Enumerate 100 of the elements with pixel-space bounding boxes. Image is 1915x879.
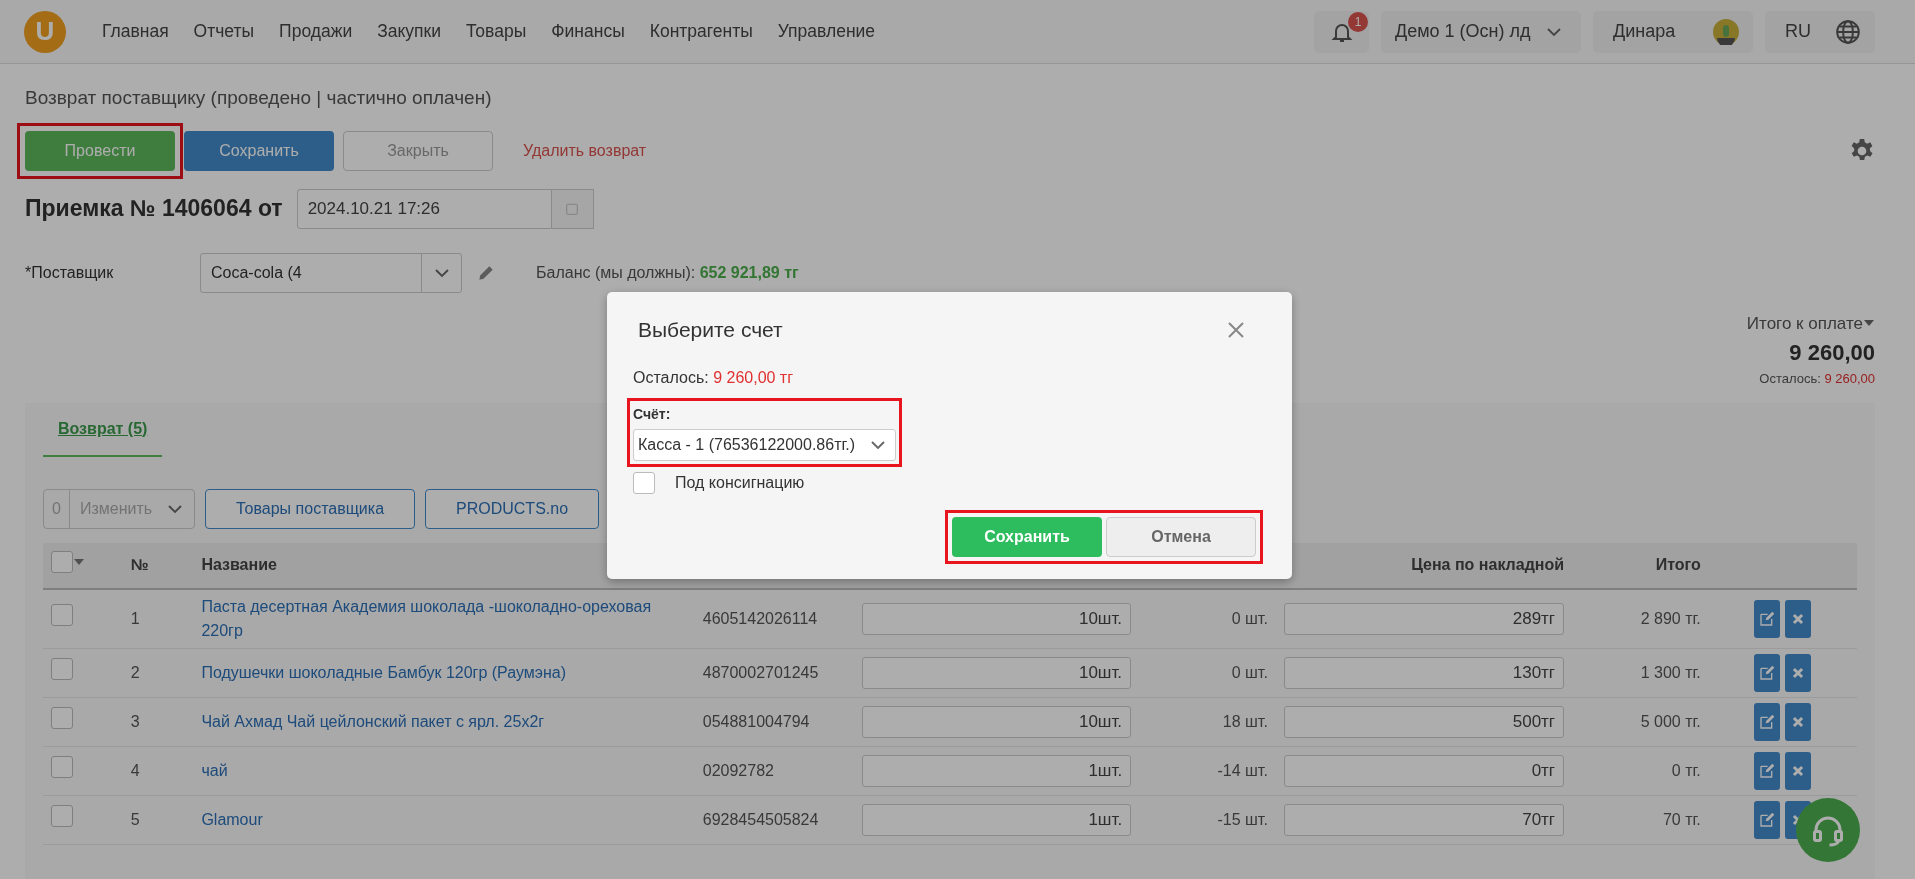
row-number: 3 xyxy=(130,712,140,730)
product-link[interactable]: Подушечки шоколадные Бамбук 120гр (Раумэна) xyxy=(201,660,687,685)
edit-button[interactable] xyxy=(1754,653,1781,692)
toolbar-button[interactable]: Товары поставщика xyxy=(205,488,416,529)
total-amount: 9 260,00 xyxy=(1789,339,1875,367)
supplier-select[interactable]: Coca-cola (4 xyxy=(200,252,462,293)
total-cell: 70 тг. xyxy=(1662,810,1701,828)
close-icon[interactable] xyxy=(1226,320,1246,340)
stock-cell: 18 шт. xyxy=(1222,712,1268,730)
row-checkbox[interactable] xyxy=(51,604,73,626)
delete-button[interactable] xyxy=(1785,653,1812,692)
dialog-button[interactable]: Отмена xyxy=(1106,516,1256,557)
row-number: 5 xyxy=(130,810,140,828)
delete-link[interactable]: Удалить возврат xyxy=(516,130,654,171)
edit-icon xyxy=(1759,610,1776,627)
barcode-cell: 054881004794 xyxy=(702,712,810,730)
stock-cell: 0 шт. xyxy=(1231,663,1268,681)
user-menu[interactable]: Динара xyxy=(1593,10,1753,53)
price-field[interactable]: 130тг xyxy=(1283,656,1565,689)
edit-button[interactable] xyxy=(1754,800,1781,839)
close-icon xyxy=(1791,665,1806,680)
barcode-cell: 4605142026114 xyxy=(702,609,818,627)
supplier-balance: Баланс (мы должны): 652 921,89 тг xyxy=(536,262,799,283)
account-select[interactable]: Касса - 1 (76536122000.86тг.) xyxy=(633,428,897,461)
total-cell: 5 000 тг. xyxy=(1640,712,1701,730)
close-icon xyxy=(1791,763,1806,778)
edit-icon xyxy=(1759,664,1776,681)
price-field[interactable]: 70тг xyxy=(1283,803,1565,836)
edit-icon xyxy=(1759,713,1776,730)
quantity-field[interactable]: 10шт. xyxy=(862,602,1132,635)
row-checkbox[interactable] xyxy=(51,756,73,778)
avatar-icon xyxy=(1713,18,1739,45)
select-all-checkbox[interactable] xyxy=(51,550,73,573)
stock-cell: 0 шт. xyxy=(1231,609,1268,627)
product-link[interactable]: Паста десертная Академия шоколада -шоколадно-ореховая 220гр xyxy=(201,594,687,643)
price-field[interactable]: 289тг xyxy=(1283,602,1565,635)
product-link[interactable]: Glamour xyxy=(201,807,687,832)
column-header: № xyxy=(130,556,149,573)
notification-count: 1 xyxy=(1348,11,1368,32)
nav-link[interactable]: Продажи xyxy=(279,18,353,45)
quantity-field[interactable]: 1шт. xyxy=(862,803,1132,836)
caret-icon[interactable] xyxy=(73,556,85,567)
remaining-amount: Осталось: 9 260,00 xyxy=(1759,370,1875,388)
row-checkbox[interactable] xyxy=(51,658,73,680)
barcode-cell: 02092782 xyxy=(702,761,774,779)
edit-button[interactable] xyxy=(1754,599,1781,638)
account-label: Счёт: xyxy=(633,404,672,424)
page-title: Возврат поставщику (проведено | частично оплачен) xyxy=(25,86,493,110)
notification-button[interactable]: 1 xyxy=(1314,10,1369,53)
quantity-field[interactable]: 10шт. xyxy=(862,656,1132,689)
consignment-checkbox[interactable] xyxy=(633,471,655,494)
dialog-title: Выберите счет xyxy=(638,317,783,343)
stock-cell: -14 шт. xyxy=(1217,761,1268,779)
edit-button[interactable] xyxy=(1754,751,1781,790)
column-header: Цена по накладной xyxy=(1411,556,1565,573)
barcode-cell: 4870002701245 xyxy=(702,663,819,681)
receipt-heading: Приемка № 1406064 от xyxy=(25,194,283,224)
select-value: Coca-cola (4 xyxy=(210,262,303,283)
stock-cell: -15 шт. xyxy=(1217,810,1268,828)
nav-link[interactable]: Товары xyxy=(466,18,527,45)
nav-link[interactable]: Главная xyxy=(102,18,169,45)
remaining-text: Осталось: 9 260,00 тг xyxy=(633,367,795,388)
row-number: 4 xyxy=(130,761,140,779)
checkbox-label: Под консигнацию xyxy=(675,472,805,493)
globe-icon xyxy=(1835,18,1861,45)
total-cell: 0 тг. xyxy=(1671,761,1701,779)
toolbar-button[interactable]: PRODUCTS.no xyxy=(425,488,600,529)
nav-link[interactable]: Управление xyxy=(777,18,876,45)
nav-link[interactable]: Закупки xyxy=(377,18,442,45)
action-button[interactable]: Сохранить xyxy=(184,130,334,171)
edit-icon xyxy=(1759,811,1776,828)
row-checkbox[interactable] xyxy=(51,707,73,729)
price-field[interactable]: 0тг xyxy=(1283,754,1565,787)
barcode-cell: 6928454505824 xyxy=(702,810,819,828)
quantity-field[interactable]: 10шт. xyxy=(862,705,1132,738)
column-header: Название xyxy=(201,556,277,573)
column-header: Итого xyxy=(1655,556,1701,573)
product-link[interactable]: Чай Ахмад Чай цейлонский пакет с ярл. 25х2г xyxy=(201,709,687,734)
company-dropdown[interactable]: Демо 1 (Осн) лд xyxy=(1381,10,1581,53)
quantity-field[interactable]: 1шт. xyxy=(862,754,1132,787)
product-link[interactable]: чай xyxy=(201,758,687,783)
row-number: 1 xyxy=(130,609,140,627)
close-icon xyxy=(1791,714,1806,729)
delete-button[interactable] xyxy=(1785,599,1812,638)
total-label: Итого к оплате xyxy=(1746,312,1863,335)
total-cell: 2 890 тг. xyxy=(1640,609,1701,627)
price-field[interactable]: 500тг xyxy=(1283,705,1565,738)
edit-icon xyxy=(1759,762,1776,779)
language-menu[interactable]: RU xyxy=(1765,10,1875,53)
row-number: 2 xyxy=(130,663,140,681)
supplier-label: *Поставщик xyxy=(25,262,115,283)
delete-button[interactable] xyxy=(1785,702,1812,741)
date-field[interactable]: 2024.10.21 17:26 xyxy=(296,188,552,229)
nav-link[interactable]: Отчеты xyxy=(193,18,255,45)
delete-button[interactable] xyxy=(1785,751,1812,790)
nav-link[interactable]: Контрагенты xyxy=(649,18,753,45)
total-cell: 1 300 тг. xyxy=(1640,663,1701,681)
row-checkbox[interactable] xyxy=(51,805,73,827)
edit-button[interactable] xyxy=(1754,702,1781,741)
nav-link[interactable]: Финансы xyxy=(551,18,625,45)
